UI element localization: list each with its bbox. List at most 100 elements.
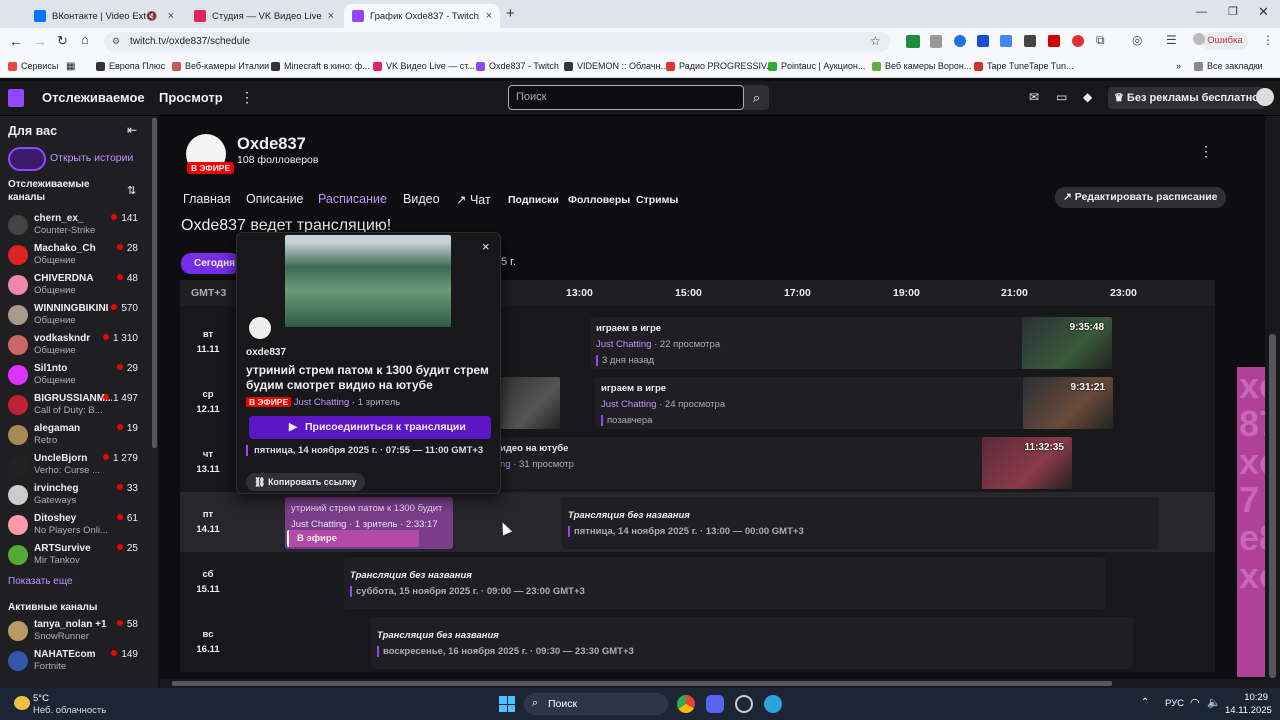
browser-tab[interactable]: Студия — VK Видео Live × xyxy=(186,4,342,28)
bits-icon[interactable]: ◆ xyxy=(1083,90,1092,104)
wifi-icon[interactable]: ◠ xyxy=(1190,696,1200,709)
site-info-icon[interactable]: ⚙ xyxy=(112,36,120,47)
back-icon[interactable]: ← xyxy=(9,33,23,49)
sidebar-channel[interactable]: alegaman Retro 19 xyxy=(0,421,150,451)
taskbar-search[interactable]: ⌕ Поиск xyxy=(524,693,668,715)
home-icon[interactable]: ⌂ xyxy=(81,32,89,47)
extension-icon[interactable] xyxy=(906,35,920,48)
reload-icon[interactable]: ↻ xyxy=(57,33,68,49)
bookmark-item[interactable]: Радио PROGRESSIV... xyxy=(666,61,774,71)
user-avatar[interactable] xyxy=(1256,88,1274,106)
sidebar-channel[interactable]: ARTSurvive Mir Tankov 25 xyxy=(0,541,150,571)
sidebar-channel[interactable]: chern_ex_ Counter-Strike 141 xyxy=(0,211,150,241)
bookmark-item[interactable]: Сервисы xyxy=(8,61,58,71)
sort-icon[interactable]: ⇅ xyxy=(127,184,136,197)
telegram-icon[interactable] xyxy=(764,695,782,713)
nav-browse[interactable]: Просмотр xyxy=(159,90,223,105)
profile-error-button[interactable]: Ошибка xyxy=(1202,32,1248,50)
bookmark-item[interactable]: VIDEMON :: Облачн... xyxy=(564,61,668,71)
close-window-icon[interactable]: ✕ xyxy=(1258,4,1269,20)
media-icon[interactable]: ◎ xyxy=(1132,33,1142,47)
twitch-logo-icon[interactable] xyxy=(8,89,24,107)
minimize-icon[interactable]: — xyxy=(1196,6,1207,18)
bookmark-item[interactable]: Европа Плюс xyxy=(96,61,165,71)
planned-segment[interactable]: Трансляция без названия суббота, 15 нояб… xyxy=(344,557,1106,609)
planned-segment[interactable]: Трансляция без названия пятница, 14 нояб… xyxy=(562,497,1159,549)
tab-chat[interactable]: ↗ Чат xyxy=(456,192,491,207)
search-input[interactable]: Поиск xyxy=(508,85,744,110)
close-tab-icon[interactable]: × xyxy=(328,10,334,22)
translate-icon[interactable] xyxy=(1000,35,1012,47)
whispers-icon[interactable]: ▭ xyxy=(1056,90,1067,104)
menu-icon[interactable]: ⋮ xyxy=(1262,33,1274,47)
more-icon[interactable]: ⋮ xyxy=(240,89,254,106)
maximize-icon[interactable]: ❐ xyxy=(1228,5,1238,18)
sidebar-channel[interactable]: irvincheg Gateways 33 xyxy=(0,481,150,511)
extension-icon[interactable] xyxy=(1072,35,1084,47)
stream-preview-image[interactable] xyxy=(285,235,451,327)
sidebar-channel[interactable]: UncleBjorn Verho: Curse ... 1 279 xyxy=(0,451,150,481)
bookmark-item[interactable]: VK Видео Live — ст... xyxy=(373,61,475,71)
sidebar-channel[interactable]: vodkaskndr Общение 1 310 xyxy=(0,331,150,361)
extension-icon[interactable] xyxy=(977,35,989,47)
weather-icon[interactable] xyxy=(14,696,30,710)
browser-tab[interactable]: ВКонтакте | Video Ext 🔇 × xyxy=(26,4,182,28)
pdf-icon[interactable] xyxy=(1048,35,1060,47)
all-bookmarks[interactable]: Все закладки xyxy=(1194,61,1263,71)
open-stories-link[interactable]: Открыть истории xyxy=(50,152,133,164)
tab-home[interactable]: Главная xyxy=(183,192,231,206)
planned-segment[interactable]: Трансляция без названия воскресенье, 16 … xyxy=(371,617,1133,669)
tab-videos[interactable]: Видео xyxy=(403,192,440,206)
windows-start-icon[interactable] xyxy=(499,696,515,712)
sidebar-scrollbar[interactable] xyxy=(152,118,157,448)
tray-expand-icon[interactable]: ⌃ xyxy=(1141,697,1149,708)
sidebar-channel[interactable]: Machako_Ch Общение 28 xyxy=(0,241,150,271)
new-tab-icon[interactable]: + xyxy=(506,5,515,22)
show-more-link[interactable]: Показать еще xyxy=(8,576,73,587)
sidebar-channel[interactable]: tanya_nolan +1 SnowRunner 58 xyxy=(0,617,150,647)
tab-followers[interactable]: Фолловеры xyxy=(568,194,630,206)
browser-tab-active[interactable]: График Oxde837 - Twitch × xyxy=(344,4,500,28)
stories-avatars[interactable] xyxy=(8,147,46,171)
forward-icon[interactable]: → xyxy=(33,33,47,49)
bookmark-item[interactable]: Tape TuneTape Tun... xyxy=(974,61,1074,71)
close-popup-icon[interactable]: × xyxy=(482,239,490,254)
bookmark-item[interactable]: Веб-камеры Италии xyxy=(172,61,269,71)
edit-schedule-button[interactable]: ↗ Редактировать расписание xyxy=(1055,187,1226,208)
inbox-icon[interactable]: ✉ xyxy=(1029,90,1039,104)
join-stream-button[interactable]: ▶ Присоединиться к трансляции xyxy=(249,416,491,439)
tab-schedule[interactable]: Расписание xyxy=(318,192,387,206)
popup-channel-avatar[interactable] xyxy=(249,317,271,339)
vod-thumbnail[interactable] xyxy=(500,377,560,429)
collapse-sidebar-icon[interactable]: ⇤ xyxy=(127,123,137,137)
today-button[interactable]: Сегодня xyxy=(181,253,241,274)
tab-subscriptions[interactable]: Подписки xyxy=(508,194,559,206)
sidebar-channel[interactable]: NAHATEcom Fortnite 149 xyxy=(0,647,150,677)
vod-thumbnail[interactable]: 9:35:48 xyxy=(1022,317,1112,369)
page-scrollbar[interactable] xyxy=(1269,334,1276,678)
sidebar-channel[interactable]: WINNINGBIKINI Общение 570 xyxy=(0,301,150,331)
sidebar-channel[interactable]: BIGRUSSIANM... Call of Duty: B... 1 497 xyxy=(0,391,150,421)
channel-more-icon[interactable]: ⋮ xyxy=(1199,143,1213,160)
close-tab-icon[interactable]: × xyxy=(168,10,174,22)
puzzle-icon[interactable]: ⧉ xyxy=(1096,33,1105,48)
live-broadcast-block[interactable]: утриний стрем патом к 1300 будит Just Ch… xyxy=(285,497,453,549)
close-tab-icon[interactable]: × xyxy=(486,10,492,22)
horizontal-scrollbar[interactable] xyxy=(172,681,1112,686)
url-input[interactable]: twitch.tv/oxde837/schedule xyxy=(104,32,890,52)
ad-free-button[interactable]: ♛ Без рекламы бесплатно xyxy=(1108,87,1266,109)
clock-date[interactable]: 14.11.2025 xyxy=(1225,705,1272,716)
nav-following[interactable]: Отслеживаемое xyxy=(42,90,145,105)
extension-icon[interactable] xyxy=(1024,35,1036,47)
popup-channel-name[interactable]: oxde837 xyxy=(246,347,286,358)
app-icon[interactable] xyxy=(735,695,753,713)
extension-icon[interactable] xyxy=(954,35,966,47)
vod-thumbnail[interactable]: 9:31:21 xyxy=(1023,377,1113,429)
chrome-icon[interactable] xyxy=(677,695,695,713)
extension-icon[interactable] xyxy=(930,35,942,48)
clock-time[interactable]: 10:29 xyxy=(1244,692,1268,703)
bookmark-star-icon[interactable]: ☆ xyxy=(870,34,881,48)
sidebar-channel[interactable]: CHIVERDNA Общение 48 xyxy=(0,271,150,301)
vod-thumbnail[interactable]: 11:32:35 xyxy=(982,437,1072,489)
language-indicator[interactable]: РУС xyxy=(1165,698,1184,709)
